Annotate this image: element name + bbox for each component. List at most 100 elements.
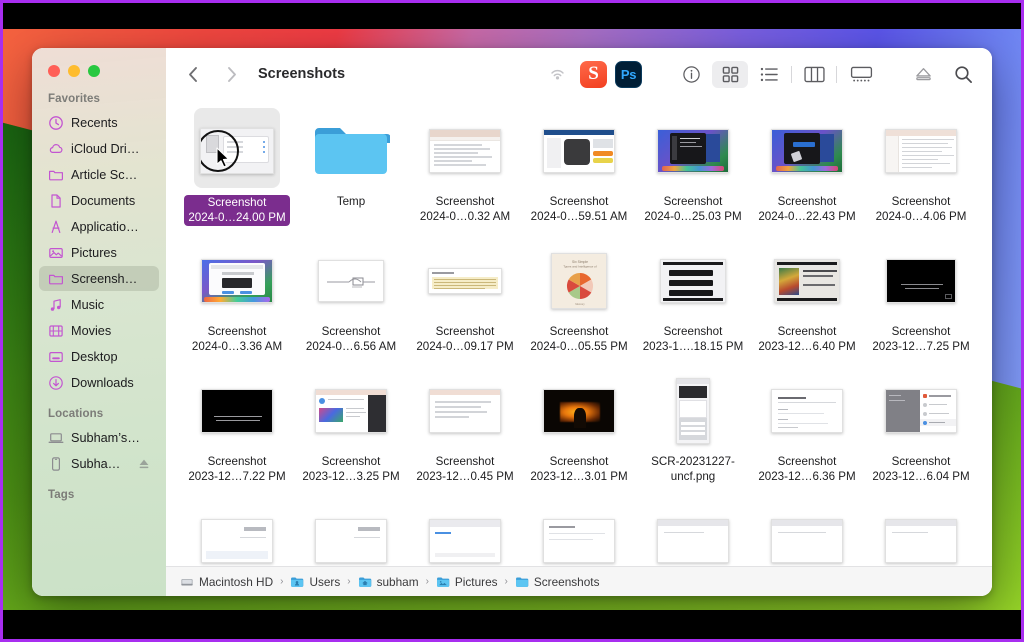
list-view-icon [760, 66, 779, 83]
minimize-button[interactable] [68, 65, 80, 77]
sidebar-item-article-sc[interactable]: Article Sc… [39, 162, 159, 187]
file-item[interactable]: Screenshot 2023-1….18.15 PM [636, 238, 750, 368]
file-grid-container[interactable]: Screenshot 2024-0…24.00 PM Temp [166, 100, 992, 566]
file-item[interactable]: Six Simple Types and Intelligence of [522, 238, 636, 368]
list-view-button[interactable] [754, 61, 784, 87]
sidebar-item-recents[interactable]: Recents [39, 110, 159, 135]
shottr-app-icon[interactable]: S [580, 61, 607, 88]
file-item[interactable]: Screenshot 2024-0…6.56 AM [294, 238, 408, 368]
sidebar-item-screenshots[interactable]: Screensh… [39, 266, 159, 291]
file-item[interactable] [750, 498, 864, 566]
folder-icon [48, 167, 64, 183]
file-label: Screenshot 2024-0…24.00 PM [184, 195, 289, 226]
file-item[interactable]: SCR-20231227- uncf.png [636, 368, 750, 498]
file-item[interactable]: Screenshot 2023-12…7.25 PM [864, 238, 978, 368]
breadcrumb-label: subham [377, 575, 419, 589]
film-icon [48, 323, 64, 339]
sidebar-item-subhams-mac[interactable]: Subham’s… [39, 425, 159, 450]
breadcrumb-macintosh-hd[interactable]: Macintosh HD [180, 575, 273, 589]
breadcrumb-subham[interactable]: subham [358, 575, 419, 589]
desktop-icon [48, 349, 64, 365]
file-item[interactable] [864, 498, 978, 566]
breadcrumb-screenshots[interactable]: Screenshots [515, 575, 600, 589]
file-label: Screenshot 2024-0…3.36 AM [192, 325, 282, 354]
finder-sidebar: Favorites Recents iCloud Dri… Article Sc [32, 48, 166, 596]
file-item[interactable] [408, 498, 522, 566]
thumbnail [408, 374, 522, 448]
sidebar-item-desktop[interactable]: Desktop [39, 344, 159, 369]
file-item[interactable]: Screenshot 2024-0…25.03 PM [636, 108, 750, 238]
file-item[interactable]: Screenshot 2023-12…0.45 PM [408, 368, 522, 498]
window-title: Screenshots [258, 66, 345, 82]
sidebar-section-locations: Locations [32, 396, 166, 424]
sidebar-item-label: Subha… [71, 457, 120, 471]
sidebar-item-label: Applicatio… [71, 220, 139, 234]
sidebar-item-movies[interactable]: Movies [39, 318, 159, 343]
file-label: Screenshot 2024-0…0.32 AM [420, 195, 510, 224]
back-button[interactable] [180, 61, 206, 87]
close-button[interactable] [48, 65, 60, 77]
breadcrumb-separator: › [280, 576, 283, 587]
zoom-button[interactable] [88, 65, 100, 77]
sidebar-item-pictures[interactable]: Pictures [39, 240, 159, 265]
file-item[interactable]: Screenshot 2023-12…6.36 PM [750, 368, 864, 498]
forward-button[interactable] [218, 61, 244, 87]
file-item[interactable]: Screenshot 2024-0…22.43 PM [750, 108, 864, 238]
breadcrumb-separator: › [426, 576, 429, 587]
sidebar-item-subham-iphone[interactable]: Subha… [39, 451, 159, 476]
search-button[interactable] [948, 61, 978, 87]
file-item[interactable]: Screenshot 2023-12…3.01 PM [522, 368, 636, 498]
download-icon [48, 375, 64, 391]
breadcrumb-label: Pictures [455, 575, 498, 589]
screen-letterbox-top [0, 0, 1024, 29]
music-note-icon [48, 297, 64, 313]
gallery-view-button[interactable] [844, 61, 878, 87]
sidebar-item-music[interactable]: Music [39, 292, 159, 317]
grid-view-icon [722, 66, 739, 83]
file-item[interactable]: Screenshot 2024-0…59.51 AM [522, 108, 636, 238]
file-item[interactable]: Screenshot 2024-0…4.06 PM [864, 108, 978, 238]
file-item[interactable]: Screenshot 2024-0…24.00 PM [180, 108, 294, 238]
thumbnail [864, 114, 978, 188]
file-item[interactable]: Screenshot 2023-12…6.04 PM [864, 368, 978, 498]
file-label: Screenshot 2023-12…6.04 PM [872, 455, 969, 484]
sidebar-item-label: Movies [71, 324, 111, 338]
column-view-button[interactable] [799, 61, 829, 87]
file-label: Screenshot 2024-0…4.06 PM [876, 195, 967, 224]
thumbnail [864, 374, 978, 448]
file-item[interactable]: Screenshot 2023-12…6.40 PM [750, 238, 864, 368]
file-item[interactable]: Screenshot 2023-12…3.25 PM [294, 368, 408, 498]
photoshop-app-icon[interactable]: Ps [615, 61, 642, 88]
file-label: Screenshot 2024-0…6.56 AM [306, 325, 396, 354]
sidebar-item-label: Recents [71, 116, 118, 130]
file-item[interactable] [180, 498, 294, 566]
file-item[interactable]: Screenshot 2024-0…09.17 PM [408, 238, 522, 368]
icon-view-button[interactable] [712, 61, 748, 88]
file-label: Screenshot 2023-12…0.45 PM [416, 455, 513, 484]
file-item[interactable]: Screenshot 2023-12…7.22 PM [180, 368, 294, 498]
file-item[interactable]: Screenshot 2024-0…0.32 AM [408, 108, 522, 238]
sidebar-item-label: Pictures [71, 246, 117, 260]
sidebar-item-documents[interactable]: Documents [39, 188, 159, 213]
breadcrumb-users[interactable]: Users [290, 575, 340, 589]
airdrop-icon[interactable] [542, 61, 572, 87]
file-item[interactable]: Temp [294, 108, 408, 238]
file-item[interactable]: Screenshot 2024-0…3.36 AM [180, 238, 294, 368]
file-label: Screenshot 2023-12…6.36 PM [758, 455, 855, 484]
window-controls[interactable] [48, 65, 100, 77]
sidebar-item-applications[interactable]: Applicatio… [39, 214, 159, 239]
thumbnail [408, 504, 522, 566]
file-item[interactable] [294, 498, 408, 566]
eject-icon[interactable] [136, 456, 152, 472]
sidebar-item-icloud-drive[interactable]: iCloud Dri… [39, 136, 159, 161]
breadcrumb-pictures[interactable]: Pictures [436, 575, 498, 589]
file-item[interactable] [636, 498, 750, 566]
eject-button[interactable] [908, 61, 938, 87]
info-icon[interactable] [676, 61, 706, 87]
clock-icon [48, 115, 64, 131]
thumbnail [294, 504, 408, 566]
file-item[interactable] [522, 498, 636, 566]
sidebar-item-downloads[interactable]: Downloads [39, 370, 159, 395]
thumbnail [864, 244, 978, 318]
desktop-screen: Favorites Recents iCloud Dri… Article Sc [0, 0, 1024, 642]
